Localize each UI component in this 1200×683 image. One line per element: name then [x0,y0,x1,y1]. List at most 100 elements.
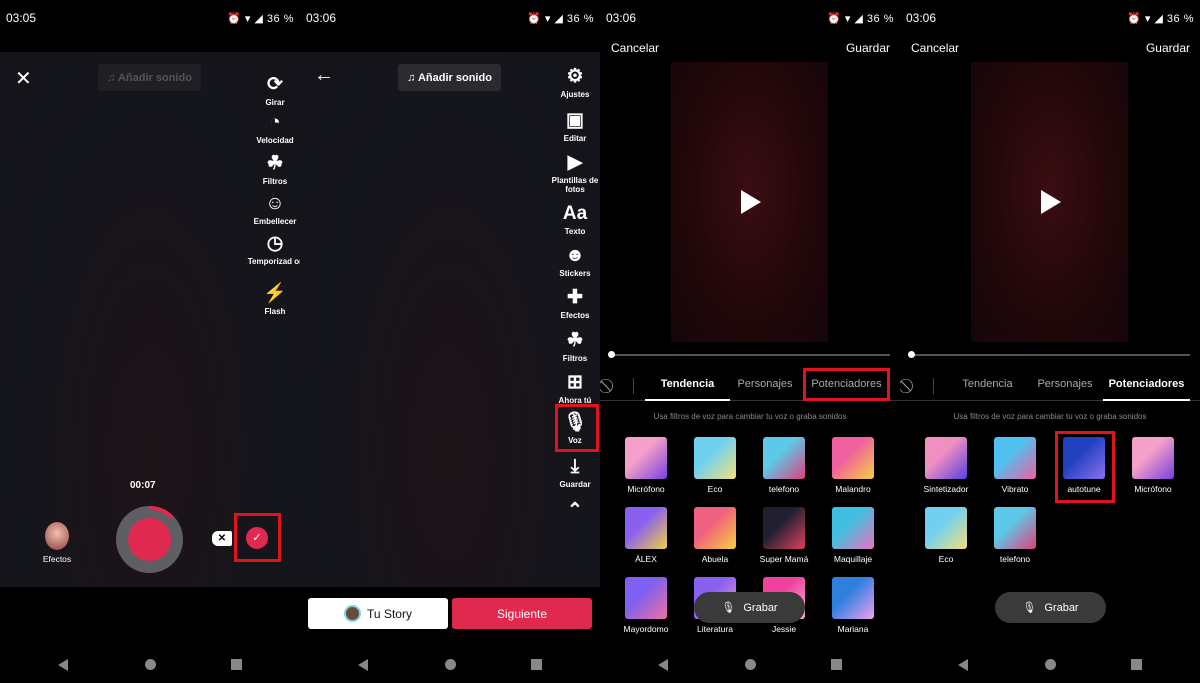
timeline-slider[interactable] [908,351,1190,358]
voice-effect-mayordomo[interactable]: Mayordomo [613,577,679,634]
effects-button[interactable]: Efectos [38,522,76,564]
tool-plantillas-de-fotos[interactable]: ▶ Plantillas de fotos [545,152,600,194]
cancel-button[interactable]: Cancelar [911,41,959,55]
texto-icon: Aa [562,203,588,224]
tool-ahora-tu[interactable]: ⊞ Ahora tú [545,372,600,405]
back-nav-icon[interactable] [658,659,668,671]
save-button[interactable]: Guardar [846,41,890,55]
editar-icon: ▣ [566,110,584,131]
tab-personajes[interactable]: Personajes [1030,378,1100,390]
tool-temporizad-or[interactable]: ◷ Temporizad or [245,233,300,266]
voice-effect-telefono[interactable]: telefono [751,437,817,494]
microfono-icon [1132,437,1174,479]
tab-potenciadores[interactable]: Potenciadores [1103,378,1190,390]
voice-effect-telefono[interactable]: telefono [982,507,1048,564]
camera-screen: 03:05 ⏰ ▾ ◢ 36 % ✕ ♫ Añadir sonido ⟳ Girar… [0,0,300,683]
active-tab-indicator [1103,399,1190,401]
voice-effect-label: Eco [707,484,723,494]
tool-label: Texto [564,227,586,236]
recents-nav-icon[interactable] [231,659,242,670]
voice-effect-label: Jessie [771,624,797,634]
add-sound-button[interactable]: ♫ Añadir sonido [98,64,201,91]
tool-embellecer[interactable]: ☺ Embellecer [245,193,300,226]
microfono-icon [625,437,667,479]
status-bar: 03:06 ⏰ ▾ ◢ 36 % [300,0,600,36]
play-icon[interactable] [1041,190,1061,214]
status-bar: 03:05 ⏰ ▾ ◢ 36 % [0,0,300,36]
voice-effect-vibrato[interactable]: Vibrato [982,437,1048,494]
tool-flash[interactable]: ⚡ Flash [245,283,300,316]
tab-personajes[interactable]: Personajes [730,378,800,390]
voice-effect-eco[interactable]: Eco [913,507,979,564]
tool-stickers[interactable]: ☻ Stickers [545,245,600,278]
tab-tendencia[interactable]: Tendencia [945,378,1030,390]
voice-effect-mariana[interactable]: Mariana [820,577,886,634]
close-icon[interactable]: ✕ [15,66,32,91]
voice-effect-microfono[interactable]: Micrófono [613,437,679,494]
tool-label: Velocidad [256,136,294,145]
slider-handle[interactable] [908,351,915,358]
voice-effect-label: Sintetizador [923,484,969,494]
home-nav-icon[interactable] [445,659,456,670]
save-button[interactable]: Guardar [1146,41,1190,55]
recents-nav-icon[interactable] [831,659,842,670]
voice-effect-eco[interactable]: Eco [682,437,748,494]
hint-text: Usa filtros de voz para cambiar tu voz o… [953,412,1147,421]
clock: 03:06 [906,11,937,25]
clock: 03:06 [606,11,637,25]
voice-effect-label: Micrófono [1134,484,1172,494]
home-nav-icon[interactable] [1045,659,1056,670]
back-nav-icon[interactable] [358,659,368,671]
highlight-box [803,368,890,401]
delete-clip-button[interactable]: ✕ [212,531,232,546]
voice-effect-sintetizador[interactable]: Sintetizador [913,437,979,494]
tool-filtros[interactable]: ☘ Filtros [545,330,600,363]
tab-tendencia[interactable]: Tendencia [645,378,730,390]
more-icon: ⌃ [567,500,583,521]
voice-effect-super-mama[interactable]: Super Mamá [751,507,817,564]
tool-label: Plantillas de fotos [551,176,599,194]
your-story-button[interactable]: Tu Story [308,598,448,629]
back-nav-icon[interactable] [958,659,968,671]
voice-effect-alex[interactable]: ÁLEX [613,507,679,564]
play-icon[interactable] [741,190,761,214]
tool-label: Embellecer [253,217,297,226]
malandro-icon [832,437,874,479]
velocidad-icon: ◔ [269,112,281,133]
system-nav-bar [0,645,300,683]
tool-velocidad[interactable]: ◔ Velocidad [245,112,300,145]
tool-label: Guardar [559,480,591,489]
tool-texto[interactable]: Aa Texto [545,203,600,236]
next-button[interactable]: Siguiente [452,598,592,629]
voice-effect-malandro[interactable]: Malandro [820,437,886,494]
tool-ajustes[interactable]: ⚙ Ajustes [545,66,600,99]
tool-girar[interactable]: ⟳ Girar [245,74,300,107]
tool-filtros[interactable]: ☘ Filtros [245,153,300,186]
voice-effect-label: Eco [938,554,954,564]
tool-label: Girar [265,98,285,107]
tool-guardar[interactable]: ⤓ Guardar [545,456,600,489]
mayordomo-icon [625,577,667,619]
voice-effect-microfono[interactable]: Micrófono [1120,437,1186,494]
tool-editar[interactable]: ▣ Editar [545,110,600,143]
tool-efectos[interactable]: ✚ Efectos [545,287,600,320]
home-nav-icon[interactable] [745,659,756,670]
home-nav-icon[interactable] [145,659,156,670]
add-sound-button[interactable]: ♫ Añadir sonido [398,64,501,91]
back-nav-icon[interactable] [58,659,68,671]
voice-effects-screen-trending: 03:06⏰ ▾ ◢ 36 %CancelarGuardar⃠Tendencia… [600,0,900,683]
cancel-button[interactable]: Cancelar [611,41,659,55]
sintetizador-icon [925,437,967,479]
slider-handle[interactable] [608,351,615,358]
recents-nav-icon[interactable] [531,659,542,670]
back-arrow-icon[interactable]: ← [314,64,334,87]
system-nav-bar [600,645,900,683]
record-voice-button[interactable]: 🎙 Grabar [694,592,805,623]
voice-effect-maquillaje[interactable]: Maquillaje [820,507,886,564]
voice-effect-abuela[interactable]: Abuela [682,507,748,564]
record-button[interactable] [116,506,183,573]
tool-more[interactable]: ⌃ [545,500,600,524]
timeline-slider[interactable] [608,351,890,358]
recents-nav-icon[interactable] [1131,659,1142,670]
record-voice-button[interactable]: 🎙 Grabar [995,592,1106,623]
